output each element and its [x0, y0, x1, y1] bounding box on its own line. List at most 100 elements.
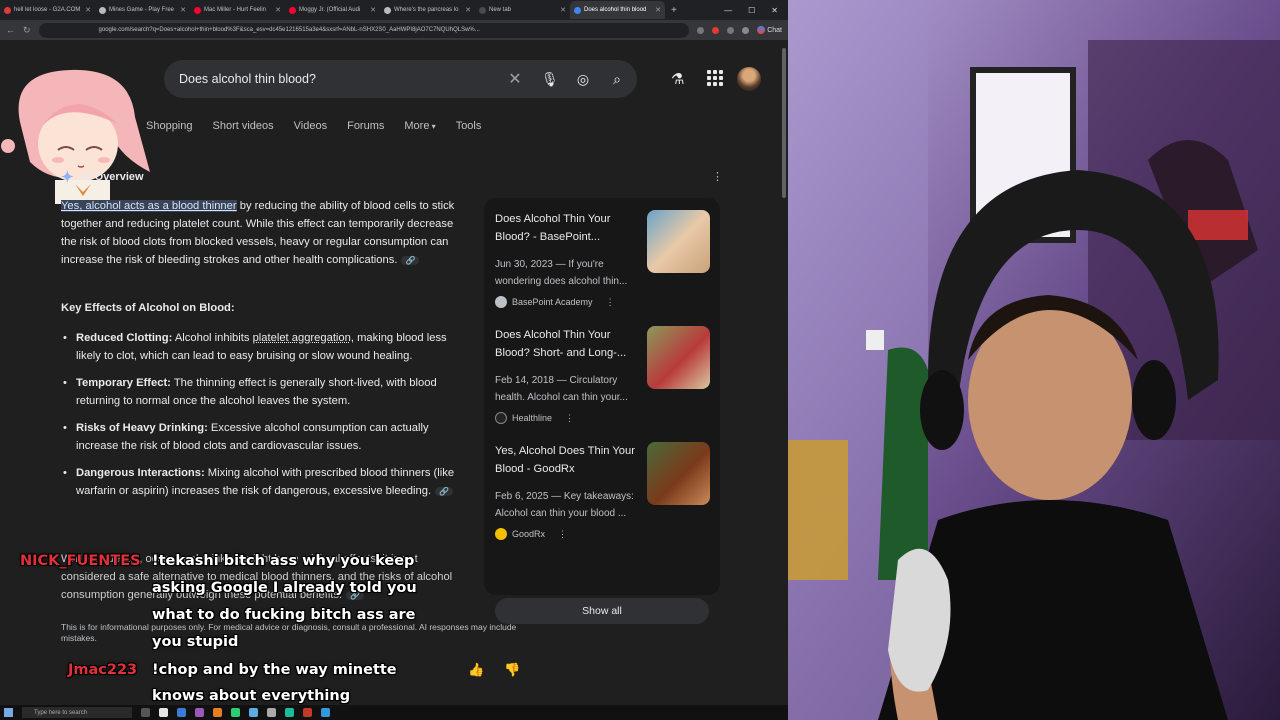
app-icon[interactable] [231, 708, 240, 717]
clear-icon[interactable]: ✕ [507, 69, 523, 89]
more-options-icon[interactable]: ⋮ [558, 529, 567, 540]
bullet-title: Risks of Heavy Drinking: [76, 422, 208, 434]
app-icon[interactable] [249, 708, 258, 717]
new-tab-button[interactable]: + [665, 5, 683, 16]
microphone-icon[interactable]: 🎙 [541, 71, 559, 88]
tab-label: Moggy Jr. (Official Audi [299, 7, 361, 13]
tab-favicon-icon [479, 6, 486, 14]
scrollbar[interactable] [780, 40, 788, 705]
site-name: GoodRx [512, 529, 546, 539]
browser-tab[interactable]: Does alcohol thin blood ✕ [570, 1, 665, 19]
show-all-button[interactable]: Show all [495, 598, 709, 624]
source-snippet: Feb 14, 2018 — Circulatory health. Alcoh… [495, 375, 628, 403]
app-icon[interactable] [213, 708, 222, 717]
tab-forums[interactable]: Forums [347, 120, 384, 132]
search-box[interactable]: Does alcohol thin blood? ✕ 🎙 ◎ ⌕ [164, 60, 637, 98]
close-tab-icon[interactable]: ✕ [180, 6, 186, 14]
tab-tools[interactable]: Tools [456, 120, 482, 132]
close-window-icon[interactable]: ✕ [771, 6, 778, 15]
window-controls: — ☐ ✕ [724, 6, 788, 15]
close-tab-icon[interactable]: ✕ [85, 6, 91, 14]
chat-button[interactable]: Chat [757, 26, 782, 34]
lens-camera-icon[interactable]: ◎ [575, 71, 591, 88]
list-item: Risks of Heavy Drinking: Excessive alcoh… [61, 419, 461, 455]
source-card[interactable]: Yes, Alcohol Does Thin Your Blood - Good… [495, 442, 711, 542]
extension-icon[interactable] [697, 26, 705, 34]
profile-icon[interactable] [742, 26, 750, 34]
link-icon[interactable]: 🔗 [401, 256, 420, 265]
extension-icon[interactable] [712, 26, 720, 34]
close-tab-icon[interactable]: ✕ [560, 6, 566, 14]
more-options-icon[interactable]: ⋮ [712, 170, 723, 183]
chat-icon [757, 26, 766, 34]
browser-tab[interactable]: Mac Miller - Hurt Feelin ✕ [190, 1, 285, 19]
closing-text: While moderate, occasional drinking migh… [61, 553, 453, 601]
close-tab-icon[interactable]: ✕ [275, 6, 281, 14]
source-title[interactable]: Does Alcohol Thin Your Blood? - BasePoin… [495, 210, 643, 246]
list-item: Reduced Clotting: Alcohol inhibits plate… [61, 329, 461, 365]
app-icon[interactable] [177, 708, 186, 717]
link-icon[interactable]: 🔗 [435, 487, 454, 496]
maximize-icon[interactable]: ☐ [748, 6, 755, 15]
browser-tab[interactable]: New tab ✕ [475, 1, 570, 19]
app-icon[interactable] [159, 708, 168, 717]
labs-flask-icon[interactable]: ⚗ [671, 70, 684, 88]
source-card[interactable]: Does Alcohol Thin Your Blood? Short- and… [495, 326, 711, 426]
chat-label: Chat [767, 26, 782, 34]
closing-paragraph: While moderate, occasional drinking migh… [61, 550, 461, 605]
extension-icon[interactable] [727, 26, 735, 34]
account-avatar[interactable] [737, 67, 761, 91]
more-options-icon[interactable]: ⋮ [606, 297, 615, 308]
source-card[interactable]: Does Alcohol Thin Your Blood? - BasePoin… [495, 210, 711, 310]
minimize-icon[interactable]: — [724, 6, 732, 15]
app-icon[interactable] [267, 708, 276, 717]
apps-grid-icon[interactable] [707, 70, 723, 86]
tab-label: Mines Game - Play Free [109, 7, 175, 13]
task-view-icon[interactable] [141, 708, 150, 717]
back-icon[interactable]: ← [6, 25, 15, 35]
source-site: GoodRx ⋮ [495, 528, 567, 540]
tab-more[interactable]: More [404, 120, 435, 132]
reload-icon[interactable]: ↻ [23, 25, 31, 36]
tab-label: Where's the pancreas lo [394, 7, 459, 13]
close-tab-icon[interactable]: ✕ [655, 6, 661, 14]
browser-tab[interactable]: hell let loose - G2A.COM ✕ [0, 1, 95, 19]
close-tab-icon[interactable]: ✕ [370, 6, 376, 14]
browser-tab[interactable]: Where's the pancreas lo ✕ [380, 1, 475, 19]
bullet-title: Temporary Effect: [76, 377, 171, 389]
source-title[interactable]: Does Alcohol Thin Your Blood? Short- and… [495, 326, 643, 362]
answer-highlight[interactable]: Yes, alcohol acts as a blood thinner [61, 200, 237, 212]
windows-taskbar: Type here to search [0, 705, 788, 720]
source-site: BasePoint Academy ⋮ [495, 296, 615, 308]
browser-tab[interactable]: Mines Game - Play Free ✕ [95, 1, 190, 19]
windows-start-icon[interactable] [4, 708, 13, 717]
platelet-aggregation-link[interactable]: platelet aggregation [253, 332, 351, 344]
sources-panel: Does Alcohol Thin Your Blood? - BasePoin… [484, 198, 720, 624]
search-query[interactable]: Does alcohol thin blood? [179, 72, 316, 86]
app-icon[interactable] [285, 708, 294, 717]
tab-short-videos[interactable]: Short videos [213, 120, 274, 132]
source-thumbnail[interactable] [647, 210, 710, 273]
url-bar[interactable]: google.com/search?q=Does+alcohol+thin+bl… [38, 22, 690, 38]
thumbs-down-icon[interactable]: 👎 [504, 662, 520, 678]
source-snippet: Feb 6, 2025 — Key takeaways: Alcohol can… [495, 491, 634, 519]
more-options-icon[interactable]: ⋮ [565, 413, 574, 424]
app-icon[interactable] [321, 708, 330, 717]
app-icon[interactable] [303, 708, 312, 717]
close-tab-icon[interactable]: ✕ [465, 6, 471, 14]
search-results-page: Does alcohol thin blood? ✕ 🎙 ◎ ⌕ ⚗ Shopp… [0, 40, 780, 705]
thumbs-up-icon[interactable]: 👍 [468, 662, 484, 678]
link-icon[interactable]: 🔗 [346, 591, 365, 600]
search-icon[interactable]: ⌕ [609, 71, 625, 88]
source-site: Healthline ⋮ [495, 412, 574, 424]
app-icon[interactable] [195, 708, 204, 717]
browser-tab[interactable]: Moggy Jr. (Official Audi ✕ [285, 1, 380, 19]
source-title[interactable]: Yes, Alcohol Does Thin Your Blood - Good… [495, 442, 643, 478]
taskbar-search[interactable]: Type here to search [22, 707, 132, 718]
webcam-scene [788, 0, 1280, 720]
source-thumbnail[interactable] [647, 442, 710, 505]
tab-videos[interactable]: Videos [294, 120, 327, 132]
tab-strip: hell let loose - G2A.COM ✕ Mines Game - Pl… [0, 0, 788, 20]
source-thumbnail[interactable] [647, 326, 710, 389]
bullet-text: Alcohol inhibits [172, 332, 253, 344]
